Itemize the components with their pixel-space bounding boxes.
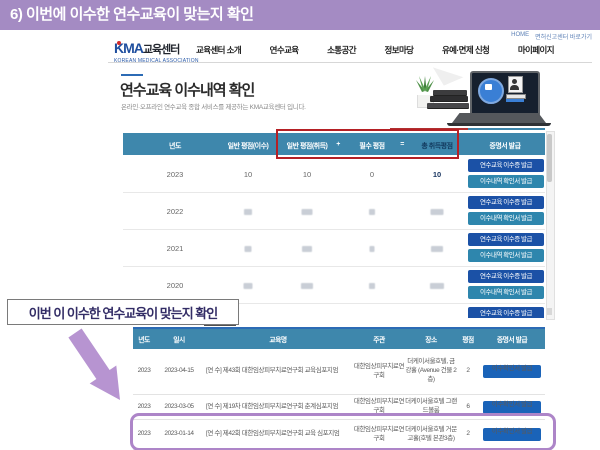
issue-confirmation-button[interactable]: 이수확인서 발급: [483, 401, 541, 414]
col-general-completed: 일반 평점(이수): [228, 141, 269, 151]
masked-value: [302, 209, 313, 215]
home-link[interactable]: HOME: [511, 32, 529, 41]
issue-history-button[interactable]: 이수내역 확인서 발급: [468, 249, 544, 262]
issue-certificate-button[interactable]: 연수교육 이수증 발급: [468, 307, 544, 318]
lock-icon: [485, 84, 492, 90]
issue-certificate-button[interactable]: 연수교육 이수증 발급: [468, 159, 544, 172]
purple-highlight-box: [130, 413, 556, 450]
avatar-body: [510, 85, 519, 90]
summary-table: 년도 일반 평점(이수) 일반 평점(취득) + 필수 평점 = 총 취득평점 …: [123, 131, 545, 318]
table-row: 2022 연수교육 이수증 발급 이수내역 확인서 발급: [123, 192, 545, 230]
cell-date: 2023-04-15: [155, 367, 203, 376]
title-accent-bar: [121, 74, 143, 76]
laptop-keyboard: [452, 113, 546, 123]
cell-organizer: 대한임상피부치료연구회: [353, 363, 405, 381]
page-subtitle: 온라인·오프라인 연수교육 종합 서비스를 제공하는 KMA교육센터 입니다.: [121, 101, 306, 111]
masked-value: [369, 283, 375, 289]
cell-year: 2022: [167, 207, 184, 216]
issue-history-button[interactable]: 이수내역 확인서 발급: [468, 286, 544, 299]
issue-certificate-button[interactable]: 연수교육 이수증 발급: [468, 196, 544, 209]
slide: 6) 이번에 이수한 연수교육이 맞는지 확인 HOME 면허신고센터 바로가기…: [0, 0, 600, 450]
col-cert: 증명서 발급: [489, 141, 520, 151]
cell-general-completed: 10: [244, 170, 252, 179]
masked-value: [244, 283, 253, 289]
col-course: 교육명: [203, 334, 353, 344]
col-place: 장소: [405, 334, 457, 344]
login-button-bar: [506, 99, 524, 102]
cell-year: 2021: [167, 244, 184, 253]
col-cert: 증명서 발급: [479, 334, 545, 344]
detail-table-header: 년도 일시 교육명 주관 장소 평점 증명서 발급: [133, 329, 545, 349]
table-row: 2021 연수교육 이수증 발급 이수내역 확인서 발급: [123, 229, 545, 267]
kma-logo-suffix: 교육센터: [143, 44, 179, 56]
issue-certificate-button[interactable]: 연수교육 이수증 발급: [468, 233, 544, 246]
table-row: 2023 2023-04-15 [연 수] 제43회 대한임상피부치료연구회 교…: [133, 349, 545, 395]
nav-divider: [108, 62, 592, 63]
slide-title: 6) 이번에 이수한 연수교육이 맞는지 확인: [10, 0, 253, 30]
masked-value: [245, 246, 252, 252]
nav-item-community[interactable]: 소통공간: [327, 44, 356, 56]
books-icon: [433, 88, 469, 108]
cell-course: [연 수] 제19차 대한임상피부치료연구회 춘계심포지엄: [203, 403, 353, 412]
cell-date: 2023-03-05: [155, 403, 203, 412]
cell-points: 6: [457, 403, 479, 412]
nav-item-training[interactable]: 연수교육: [270, 44, 299, 56]
cell-place: 더케이서울호텔, 금강홀 (Avenue 건물 2층): [405, 358, 457, 384]
laptop-base: [447, 123, 551, 126]
masked-value: [302, 246, 312, 252]
login-lock-circle: [478, 78, 504, 104]
scrollbar-down-button[interactable]: [547, 308, 552, 315]
cell-general-earned: 10: [303, 170, 311, 179]
cell-required: 0: [370, 170, 374, 179]
cell-points: 2: [457, 367, 479, 376]
red-highlight-box: [276, 129, 459, 159]
col-year: 년도: [169, 141, 181, 151]
cell-year: 2020: [167, 281, 184, 290]
avatar-head: [512, 79, 517, 84]
cell-total: 10: [433, 170, 441, 179]
purple-arrow-icon: [50, 322, 140, 417]
masked-value: [244, 209, 252, 215]
issue-confirmation-button[interactable]: 이수확인서 발급: [483, 365, 541, 378]
masked-value: [301, 283, 313, 289]
callout-text: 이번 이 이수한 연수교육이 맞는지 확인: [29, 303, 217, 322]
masked-value: [370, 246, 375, 252]
kma-logo-text: KMA: [114, 40, 143, 56]
kma-logo-kma: KMA: [114, 40, 143, 56]
masked-value: [369, 209, 375, 215]
masked-value: [431, 209, 444, 215]
col-date: 일시: [155, 334, 203, 344]
col-organizer: 주관: [353, 334, 405, 344]
license-center-link[interactable]: 면허신고센터 바로가기: [535, 32, 592, 41]
masked-value: [431, 246, 443, 252]
banner-underline-blue: [468, 128, 545, 130]
table-row: 2023 10 10 0 10 연수교육 이수증 발급 이수내역 확인서 발급: [123, 155, 545, 193]
quick-links: HOME 면허신고센터 바로가기: [511, 32, 592, 41]
col-points: 평점: [457, 334, 479, 344]
issue-history-button[interactable]: 이수내역 확인서 발급: [468, 175, 544, 188]
issue-history-button[interactable]: 이수내역 확인서 발급: [468, 212, 544, 225]
nav-item-mypage[interactable]: 마이페이지: [518, 44, 554, 56]
main-nav: 교육센터 소개 연수교육 소통공간 정보마당 유예·면제 신청 마이페이지: [196, 44, 554, 56]
scrollbar-thumb[interactable]: [547, 134, 552, 182]
kma-logo[interactable]: KMA교육센터 KOREAN MEDICAL ASSOCIATION: [114, 41, 199, 64]
issue-certificate-button[interactable]: 연수교육 이수증 발급: [468, 270, 544, 283]
page-title: 연수교육 이수내역 확인: [120, 79, 254, 100]
masked-value: [430, 283, 444, 289]
nav-item-about[interactable]: 교육센터 소개: [196, 44, 241, 56]
cell-year: 2023: [167, 170, 184, 179]
nav-item-deferral[interactable]: 유예·면제 신청: [442, 44, 489, 56]
cell-course: [연 수] 제43회 대한임상피부치료연구회 교육심포지엄: [203, 367, 353, 376]
nav-item-info[interactable]: 정보마당: [385, 44, 414, 56]
